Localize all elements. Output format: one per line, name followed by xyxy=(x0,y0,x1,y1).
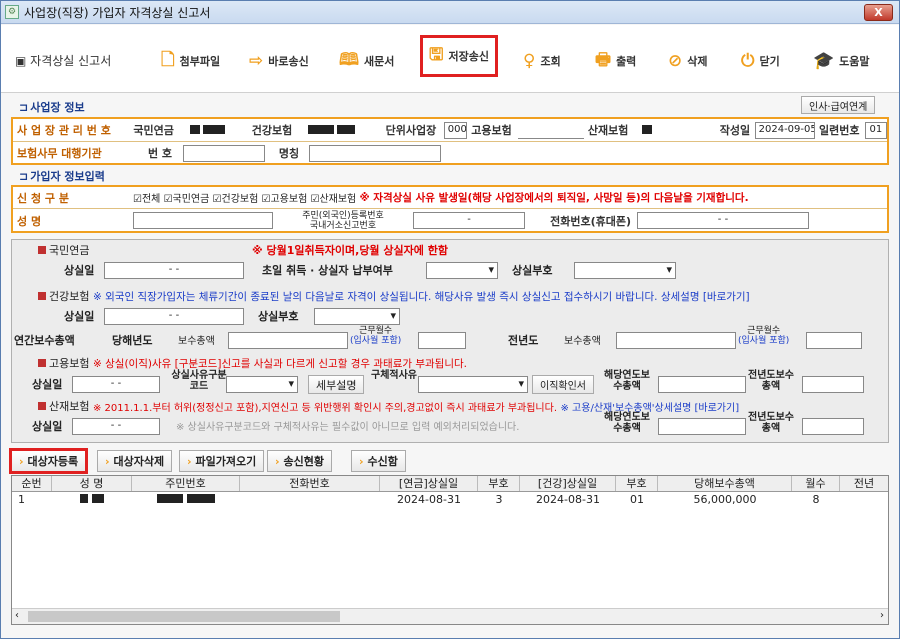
workplace-box: 사 업 장 관 리 번 호 국민연금 건강보험 단위사업장 000 고용보험 산… xyxy=(11,117,889,165)
apply-checks: ☑전체 ☑국민연금 ☑건강보험 ☑고용보험 ☑산재보험 ※ 자격상실 사유 발생… xyxy=(133,190,749,205)
scroll-right-icon[interactable]: › xyxy=(880,610,884,621)
workplace-section-title: ⊐ 사업장 정보 xyxy=(19,101,85,114)
employ-concrete-select[interactable] xyxy=(418,376,528,393)
health-no-redacted xyxy=(307,124,382,137)
inbox-button[interactable]: › 수신함 xyxy=(351,450,406,472)
attach-icon: 🗋 xyxy=(161,49,175,70)
health-notice: ※ 외국인 직장가입자는 체류기간이 종료된 날의 다음날로 자격이 상실됩니다… xyxy=(92,290,750,303)
pension-notice: ※ 당월1일취득자이며,당월 상실자에 한함 xyxy=(252,244,448,257)
accident-cur-pay[interactable] xyxy=(658,418,746,435)
import-file-button[interactable]: › 파일가져오기 xyxy=(179,450,265,472)
id-label: 주민(외국인)등록번호 국내거소신고번호 xyxy=(302,210,384,231)
accident-no-redacted xyxy=(642,124,716,137)
insurance-panel: 국민연금 ※ 당월1일취득자이며,당월 상실자에 한함 상실일 - - 초일 취… xyxy=(11,239,889,443)
input-box: 신 청 구 분 ☑전체 ☑국민연금 ☑건강보험 ☑고용보험 ☑산재보험 ※ 자격… xyxy=(11,185,889,233)
id-redacted xyxy=(132,492,240,507)
send-now-button[interactable]: ⇨ 바로송신 xyxy=(249,43,309,79)
health-cur-pay[interactable] xyxy=(228,332,348,349)
name-field[interactable] xyxy=(133,212,273,229)
remove-button[interactable]: › 대상자삭제 xyxy=(97,450,173,472)
health-title: 건강보험 ※ 외국인 직장가입자는 체류기간이 종료된 날의 다음날로 자격이 … xyxy=(38,288,750,304)
close-doc-button[interactable]: ⏻ 닫기 xyxy=(741,43,780,79)
horizontal-scrollbar[interactable]: ‹ › xyxy=(12,608,888,624)
pension-no-redacted xyxy=(189,124,248,137)
id-field[interactable]: - xyxy=(413,212,525,229)
send-status-button[interactable]: › 송신현황 xyxy=(267,450,333,472)
delete-icon: ⊘ xyxy=(668,51,683,71)
accident-hint: ※ 상실사유구분코드와 구체적사유는 필수값이 아니므로 입력 예외처리되었습니… xyxy=(176,422,520,433)
pension-loss-date[interactable]: - - xyxy=(104,262,244,279)
check-all[interactable]: ☑전체 xyxy=(133,190,160,205)
employ-title: 고용보험 ※ 상실(이직)사유 [구분코드]신고를 사실과 다르게 신고할 경우… xyxy=(38,355,467,371)
check-health[interactable]: ☑건강보험 xyxy=(213,190,259,205)
phone-field[interactable]: - - xyxy=(637,212,809,229)
table-header: 순번 성 명 주민번호 전화번호 [연금]상실일 부호 [건강]상실일 부호 당… xyxy=(12,476,888,492)
save-icon: 🖫 xyxy=(429,44,444,65)
detail-button[interactable]: 세부설명 xyxy=(308,375,365,394)
save-send-button[interactable]: 🖫 저장송신 xyxy=(420,35,498,77)
help-button[interactable]: 🎓 도움말 xyxy=(813,43,870,79)
accident-loss-date[interactable]: - - xyxy=(72,418,160,435)
pension-code-select[interactable] xyxy=(574,262,676,279)
book-icon: 🕮 xyxy=(339,49,360,70)
accident-notice: ※ 2011.1.1.부터 허위(정정신고 포함),지연신고 등 위반행위 확인… xyxy=(92,402,557,414)
delete-button[interactable]: ⊘ 삭제 xyxy=(668,43,708,79)
arrow-right-icon: ⇨ xyxy=(249,51,264,71)
app-icon: ⚙ xyxy=(5,5,19,19)
health-code-select[interactable] xyxy=(314,308,400,325)
pension-title: 국민연금 xyxy=(38,242,89,258)
scroll-left-icon[interactable]: ‹ xyxy=(15,610,19,621)
accident-prev-pay[interactable] xyxy=(802,418,864,435)
agency-label: 보험사무 대행기관 xyxy=(13,145,133,161)
employ-cur-pay[interactable] xyxy=(658,376,746,393)
check-pension[interactable]: ☑국민연금 xyxy=(164,190,210,205)
health-prev-pay[interactable] xyxy=(616,332,736,349)
window-title: 사업장(직장) 가입자 자격상실 신고서 xyxy=(24,5,211,20)
power-icon: ⏻ xyxy=(741,51,755,71)
check-accident[interactable]: ☑산재보험 xyxy=(310,190,356,205)
toolbar: ▣ 자격상실 신고서 🗋 첨부파일 ⇨ 바로송신 🕮 새문서 🖫 저장송신 ♀ 조회 🖶 출… xyxy=(1,25,899,93)
unit-field[interactable]: 000 xyxy=(443,121,468,139)
hr-link-button[interactable]: 인사·급여연계 xyxy=(801,96,876,114)
date-field[interactable]: 2024-09-05 xyxy=(754,121,815,139)
main-window: ⚙ 사업장(직장) 가입자 자격상실 신고서 X ▣ 자격상실 신고서 🗋 첨부파… xyxy=(0,0,900,639)
employ-notice: ※ 상실(이직)사유 [구분코드]신고를 사실과 다르게 신고할 경우 과태료가… xyxy=(92,357,467,370)
agency-name-field[interactable] xyxy=(309,144,441,162)
loss-date-notice: ※ 자격상실 사유 발생일(해당 사업장에서의 퇴직일, 사망일 등)의 다음날… xyxy=(359,192,749,204)
new-doc-button[interactable]: 🕮 새문서 xyxy=(339,43,394,79)
input-section-title: ⊐ 가입자 정보입력 xyxy=(19,170,105,183)
serial-field[interactable]: 01 xyxy=(865,121,888,139)
square-bullet-icon xyxy=(38,246,46,254)
form-title: ▣ 자격상실 신고서 xyxy=(15,54,112,68)
graduation-cap-icon: 🎓 xyxy=(813,51,835,71)
health-cur-months[interactable] xyxy=(418,332,466,349)
table-row[interactable]: 1 2024-08-31 3 2024-08-31 01 56,000,000 … xyxy=(12,492,888,507)
health-loss-date[interactable]: - - xyxy=(104,308,244,325)
printer-icon: 🖶 xyxy=(595,49,612,70)
print-button[interactable]: 🖶 출력 xyxy=(595,43,636,79)
employ-reason-select[interactable] xyxy=(226,376,298,393)
health-prev-months[interactable] xyxy=(806,332,862,349)
register-button[interactable]: › 대상자등록 xyxy=(9,448,89,474)
employ-prev-pay[interactable] xyxy=(802,376,864,393)
check-employ[interactable]: ☑고용보험 xyxy=(262,190,308,205)
search-button[interactable]: ♀ 조회 xyxy=(523,43,561,79)
mgmt-no-label: 사 업 장 관 리 번 호 xyxy=(13,122,130,138)
attach-button[interactable]: 🗋 첨부파일 xyxy=(161,43,220,79)
lightbulb-icon: ♀ xyxy=(523,51,536,71)
pension-pay-select[interactable] xyxy=(426,262,498,279)
cert-button[interactable]: 이직확인서 xyxy=(532,375,594,394)
employ-loss-date[interactable]: - - xyxy=(72,376,160,393)
close-button[interactable]: X xyxy=(864,4,893,21)
employ-no-field[interactable] xyxy=(517,121,584,139)
apply-label: 신 청 구 분 xyxy=(13,189,133,206)
name-redacted xyxy=(52,492,132,507)
subscriber-table[interactable]: 순번 성 명 주민번호 전화번호 [연금]상실일 부호 [건강]상실일 부호 당… xyxy=(11,475,889,625)
title-bar: ⚙ 사업장(직장) 가입자 자격상실 신고서 X xyxy=(1,1,899,24)
scroll-thumb[interactable] xyxy=(28,611,340,622)
agency-no-field[interactable] xyxy=(183,144,265,162)
